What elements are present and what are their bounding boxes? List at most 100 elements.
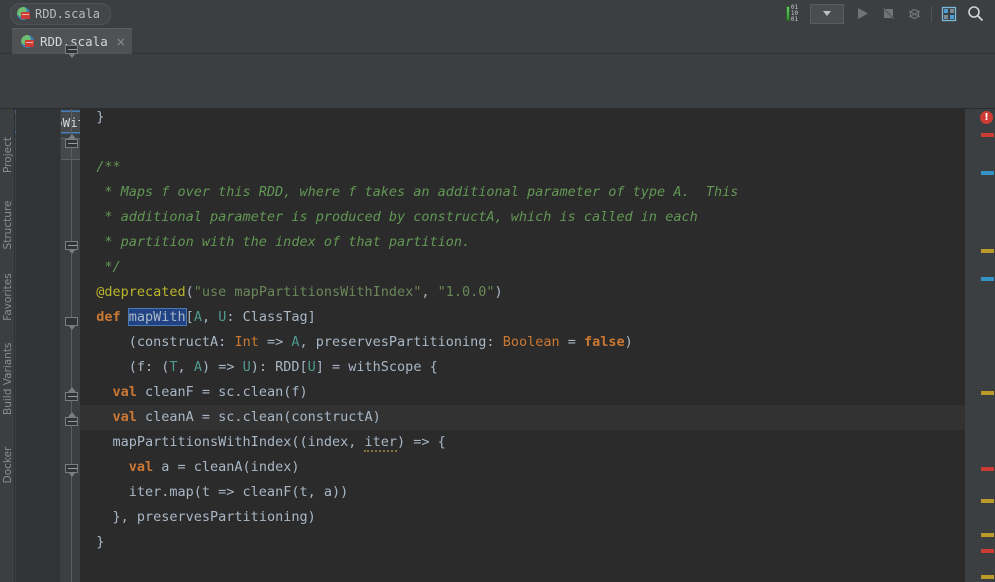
fold-marker[interactable]: [65, 464, 78, 477]
code-token: (f: (: [128, 359, 170, 375]
code-line: }, preservesPartitioning): [113, 505, 316, 530]
code-token: "use mapPartitionsWithIndex": [193, 284, 422, 300]
code-token: : ClassTag]: [226, 309, 316, 325]
code-token: ,: [177, 359, 194, 375]
search-everywhere-icon[interactable]: [963, 3, 987, 25]
stripe-marker[interactable]: [981, 277, 994, 281]
code-token: Int: [234, 334, 259, 350]
code-token: cleanA = sc.clean(constructA): [145, 409, 381, 425]
tool-window-button-build-variants[interactable]: Build Variants: [2, 343, 14, 415]
code-token: mapPartitionsWithIndex((index,: [112, 434, 365, 450]
breadcrumb-label: RDD.scala: [35, 6, 101, 21]
code-line: val cleanA = sc.clean(constructA): [113, 405, 381, 430]
breadcrumb[interactable]: RDD.scala: [10, 2, 112, 25]
code-token: }: [96, 109, 105, 125]
code-token: ): RDD[: [250, 359, 308, 375]
stripe-marker[interactable]: [981, 499, 994, 503]
tool-window-button-favorites[interactable]: Favorites: [2, 265, 14, 329]
debug-icon[interactable]: [902, 3, 926, 25]
code-line: * additional parameter is produced by co…: [96, 205, 697, 230]
scala-file-icon: [21, 35, 34, 48]
code-token: }, preservesPartitioning): [112, 509, 316, 525]
tool-window-button-docker[interactable]: Docker: [2, 433, 14, 497]
stripe-marker[interactable]: [981, 533, 994, 537]
editor-gutter[interactable]: [16, 109, 61, 582]
code-token: A: [193, 309, 202, 325]
code-token: A: [193, 359, 202, 375]
code-token: U: [242, 359, 251, 375]
code-token: "1.0.0": [437, 284, 495, 300]
stripe-marker[interactable]: [981, 467, 994, 471]
code-token: * additional parameter is produced by co…: [96, 209, 698, 225]
code-editor[interactable]: } /** * Maps f over this RDD, where f tak…: [80, 109, 965, 582]
main-toolbar: RDD.scala 01 10 01: [0, 0, 995, 27]
code-token: U: [307, 359, 316, 375]
code-line: @deprecated("use mapPartitionsWithIndex"…: [96, 280, 502, 305]
code-line: * Maps f over this RDD, where f takes an…: [96, 180, 738, 205]
code-token: val: [112, 384, 146, 400]
code-token: Boolean: [502, 334, 560, 350]
code-token: mapWith: [127, 308, 187, 326]
code-token: =: [559, 334, 584, 350]
close-icon[interactable]: ×: [116, 35, 126, 49]
tool-window-button-structure[interactable]: Structure: [2, 193, 14, 257]
code-token: , preservesPartitioning:: [299, 334, 503, 350]
code-token: (constructA:: [128, 334, 235, 350]
right-edge-strip: [980, 109, 995, 582]
chevron-down-icon: [823, 11, 831, 16]
fold-marker[interactable]: [65, 387, 78, 401]
toolbar-right-group: 01 10 01: [780, 0, 995, 27]
code-line: }: [96, 530, 104, 555]
code-token: false: [583, 334, 625, 350]
code-line: mapPartitionsWithIndex((index, iter) => …: [113, 430, 446, 455]
stripe-marker[interactable]: [981, 133, 994, 137]
stripe-marker[interactable]: [981, 249, 994, 253]
code-token: */: [96, 259, 121, 275]
fold-marker[interactable]: [65, 134, 78, 148]
code-line: val a = cleanA(index): [129, 455, 300, 480]
run-config-dropdown[interactable]: [810, 3, 844, 24]
stripe-marker[interactable]: [981, 171, 994, 175]
code-line: }: [96, 109, 104, 130]
code-token: ) => {: [397, 434, 446, 450]
toolbar-divider: [931, 5, 932, 22]
code-token: ): [624, 334, 633, 350]
code-token: }: [96, 534, 105, 550]
code-token: ,: [421, 284, 438, 300]
code-token: T: [169, 359, 178, 375]
code-token: iter.map(t => cleanF(t, a)): [128, 484, 349, 500]
fold-marker[interactable]: [65, 241, 78, 254]
layout-icon[interactable]: [937, 3, 961, 25]
code-line: (f: (T, A) => U): RDD[U] = withScope {: [129, 355, 438, 380]
fold-marker[interactable]: [65, 317, 78, 330]
code-token: cleanF = sc.clean(f): [145, 384, 308, 400]
stripe-marker[interactable]: [981, 549, 994, 553]
scala-file-icon: [17, 7, 30, 20]
stop-icon[interactable]: [876, 3, 900, 25]
tool-window-button-project[interactable]: Project: [2, 123, 14, 187]
binary-row-2: 01: [790, 15, 799, 23]
gutter-divider: [60, 109, 61, 582]
code-line: iter.map(t => cleanF(t, a)): [129, 480, 348, 505]
stripe-marker[interactable]: [981, 391, 994, 395]
code-token: * Maps f over this RDD, where f takes an…: [96, 184, 739, 200]
code-line: */: [96, 255, 120, 280]
run-icon[interactable]: [850, 3, 874, 25]
error-stripe-badge[interactable]: !: [980, 111, 993, 124]
code-token: val: [128, 459, 162, 475]
fold-marker[interactable]: [65, 412, 78, 426]
left-tool-window-strip: Project Structure Favorites Build Varian…: [0, 109, 15, 582]
code-token: ] = withScope {: [315, 359, 438, 375]
code-token: (: [185, 284, 194, 300]
fold-marker[interactable]: [65, 45, 78, 58]
binary-toggle-icon[interactable]: 01 10 01: [780, 3, 804, 25]
code-token: ): [494, 284, 503, 300]
stripe-marker[interactable]: [981, 575, 994, 579]
code-token: ,: [201, 309, 219, 325]
code-token: iter: [364, 434, 397, 452]
code-line: /**: [96, 155, 120, 180]
editor-marker-bar[interactable]: [965, 109, 980, 582]
code-token: a = cleanA(index): [161, 459, 300, 475]
code-token: ) =>: [201, 359, 243, 375]
find-replace-panel: mapWith × Replace Replace all Exclude Ma…: [0, 54, 995, 160]
